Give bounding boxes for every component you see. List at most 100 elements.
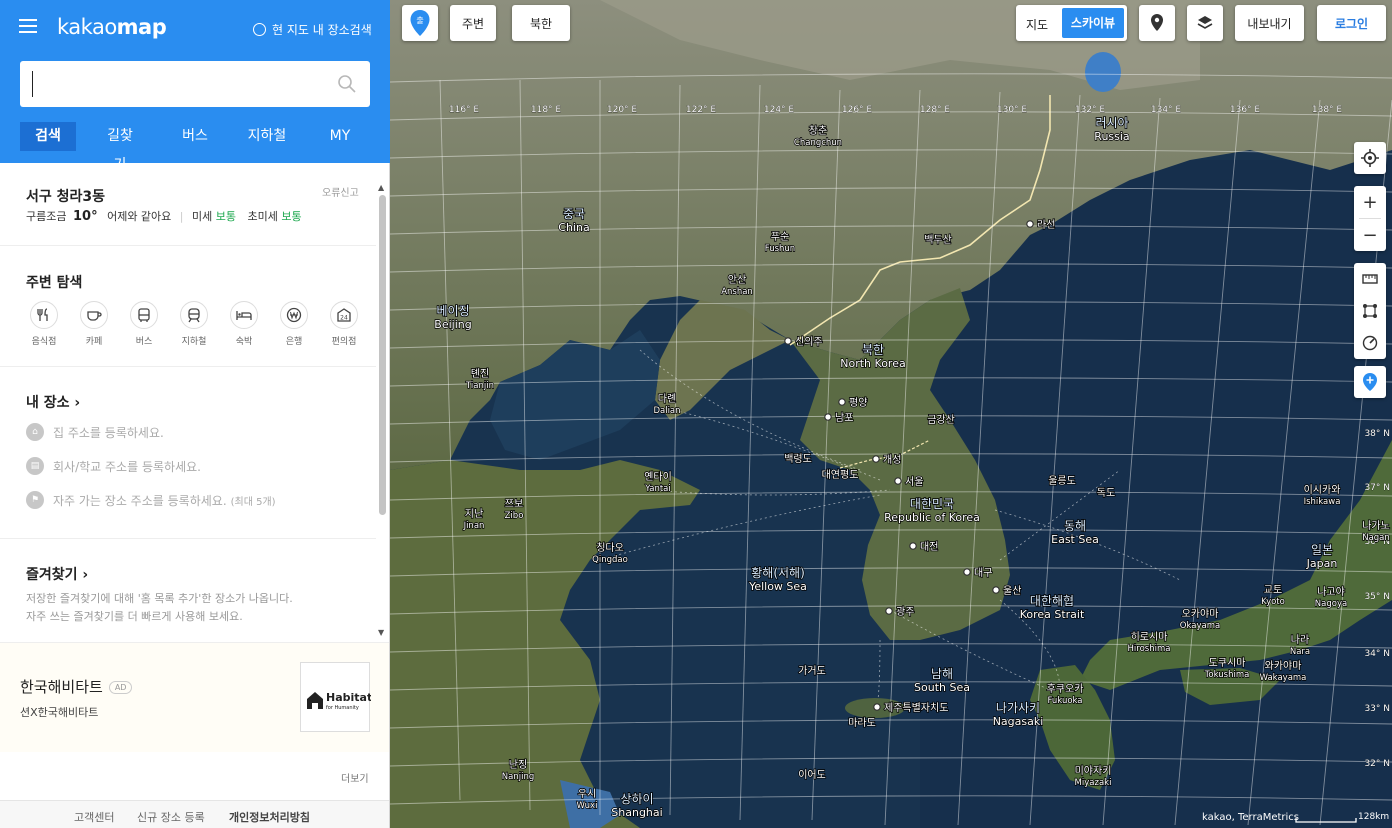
place-label[interactable]: 베이징Beijing [434,303,473,332]
add-place-button[interactable] [1354,366,1386,398]
place-label[interactable]: 독도 [1096,486,1116,500]
place-label[interactable]: 제주특별자치도 [873,701,949,715]
place-name-en: Okayama [1180,621,1220,631]
place-label[interactable]: 도쿠시마Tokushima [1203,656,1250,681]
home-address-row[interactable]: ⌂ 집 주소를 등록하세요. [26,423,164,441]
search-input[interactable] [32,71,332,97]
kakaomap-logo[interactable]: kakaomap [57,15,167,39]
place-label[interactable]: 대연평도 [821,468,859,482]
customer-center-link[interactable]: 고객센터 [74,809,114,825]
latitude-label: 34° N [1364,649,1390,659]
category-bank[interactable]: 은행 [274,301,314,347]
category-subway[interactable]: 지하철 [174,301,214,347]
search-icon[interactable] [337,74,357,94]
register-place-link[interactable]: 신규 장소 등록 [137,809,205,825]
place-name-en: Ishikawa [1304,497,1341,507]
my-places-title[interactable]: 내 장소 › [26,392,80,412]
footer: 고객센터 신규 장소 등록 개인정보처리방침 [0,800,389,828]
place-name-en: Dalian [653,406,680,416]
longitude-label: 128° E [920,105,951,115]
zoom-in-icon[interactable]: + [1354,186,1386,218]
more-link[interactable]: 더보기 [341,770,369,785]
place-label[interactable]: 미야자키Miyazaki [1074,764,1112,789]
longitude-label: 138° E [1312,105,1343,115]
place-name-en: Tokushima [1204,670,1250,680]
longitude-label: 130° E [997,105,1028,115]
place-label[interactable]: 백령도 [783,452,812,466]
tab-search[interactable]: 검색 [20,122,76,151]
north-korea-button[interactable]: 북한 [512,5,570,41]
place-label[interactable]: 후쿠오카Fukuoka [1046,682,1084,707]
scrollbar-thumb[interactable] [379,195,386,515]
ad-badge: AD [108,681,133,694]
zoom-out-icon[interactable]: − [1354,219,1386,251]
roadview-button[interactable] [1139,5,1175,41]
tab-my[interactable]: MY [328,122,352,151]
place-label[interactable]: 쯔보Zibo [504,497,524,522]
place-label[interactable]: 나라Nara [1289,633,1311,658]
export-button[interactable]: 내보내기 [1235,5,1304,41]
place-label[interactable]: 나고야Nagoya [1314,585,1348,610]
place-name-ko: 미야자키 [1075,765,1112,777]
tab-directions[interactable]: 길찾기 [102,122,138,173]
latitude-label: 32° N [1364,759,1390,769]
ad-subtitle[interactable]: 션X한국해비타트 [20,704,98,720]
login-button[interactable]: 로그인 [1317,5,1386,41]
scroll-down-icon[interactable]: ▼ [378,628,384,637]
place-label[interactable]: 우시Wuxi [576,787,598,812]
place-label[interactable]: 지난Jinan [462,507,485,532]
current-location-button[interactable] [1354,142,1386,174]
place-label[interactable]: 이시카와Ishikawa [1303,483,1341,508]
place-label[interactable]: 나가노Nagan [1361,519,1390,544]
place-label[interactable]: 마라도 [847,716,876,730]
category-restaurant[interactable]: 음식점 [24,301,64,347]
ruler-icon[interactable] [1354,263,1386,295]
ad-title[interactable]: 한국해비타트 AD [20,676,133,697]
layers-button[interactable] [1187,5,1223,41]
map-type-normal[interactable]: 지도 [1026,16,1048,33]
place-label[interactable]: 옌타이Yantai [643,470,672,495]
pin-button[interactable]: 출 [402,5,438,41]
place-name-ko: 이시카와 [1304,484,1341,496]
office-address-row[interactable]: ▤ 회사/학교 주소를 등록하세요. [26,457,201,475]
place-label[interactable]: 나가사키Nagasaki [992,700,1044,729]
report-error-link[interactable]: 오류신고 [322,184,359,199]
place-name-ko: 울산 [1003,585,1021,597]
frequent-address-row[interactable]: ⚑ 자주 가는 장소 주소를 등록하세요. (최대 5개) [26,491,276,509]
radio-icon[interactable] [253,23,266,36]
habitat-logo[interactable]: Habitat for Humanity [300,662,372,732]
search-in-map-toggle[interactable]: 현 지도 내 장소검색 [253,21,372,38]
favorites-title[interactable]: 즐겨찾기 › [26,564,88,584]
map-type-skyview[interactable]: 스카이뷰 [1062,8,1124,38]
category-convenience[interactable]: 24 편의점 [324,301,364,347]
category-bus[interactable]: 버스 [124,301,164,347]
favorites-title-text: 즐겨찾기 [26,567,78,583]
tab-bus[interactable]: 버스 [180,122,210,151]
radius-measure-icon[interactable] [1354,327,1386,359]
place-label[interactable]: 일본Japan [1305,542,1338,571]
area-measure-icon[interactable] [1354,295,1386,327]
place-label[interactable]: 이어도 [797,768,826,782]
tab-subway[interactable]: 지하철 [246,122,288,151]
place-name-en: Republic of Korea [884,511,980,524]
place-label[interactable]: 울릉도 [1047,474,1076,488]
category-label: 숙박 [235,337,253,347]
place-label[interactable]: 히로시마Hiroshima [1127,630,1171,655]
place-label[interactable]: 중국China [558,206,591,235]
nearby-button[interactable]: 주변 [450,5,496,41]
place-label[interactable]: 금강산 [926,413,955,427]
scroll-up-icon[interactable]: ▲ [378,183,384,192]
place-label[interactable]: 칭다오Qingdao [591,541,628,566]
menu-icon[interactable] [19,19,37,33]
category-cafe[interactable]: 카페 [74,301,114,347]
category-lodging[interactable]: 숙박 [224,301,264,347]
privacy-policy-link[interactable]: 개인정보처리방침 [229,809,310,825]
city-dot-icon [873,703,881,711]
place-label[interactable]: 러시아Russia [1094,115,1131,143]
satellite-map[interactable]: 116° E 118° E 120° E 122° E 124° E 126° E 128°… [390,0,1392,828]
place-label[interactable]: 가거도 [797,664,826,678]
place-label[interactable]: 와카야마Wakayama [1259,659,1307,684]
place-label[interactable]: 백두산 [923,233,952,247]
place-label[interactable]: 오카야마Okayama [1179,607,1221,632]
place-label[interactable]: 황해(서해)Yellow Sea [747,565,807,594]
